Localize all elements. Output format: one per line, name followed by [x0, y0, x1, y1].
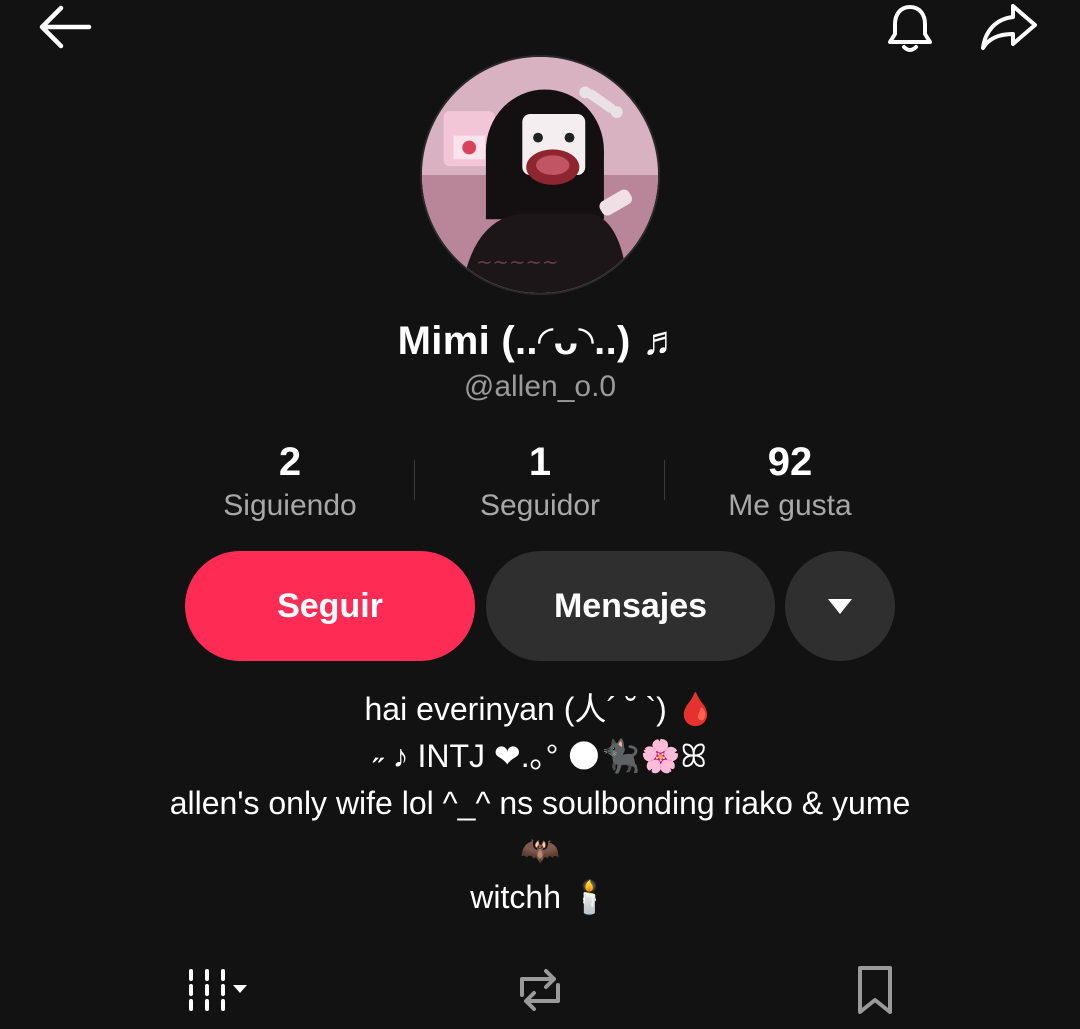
bell-icon [888, 5, 932, 52]
bio-line-1: hai everinyan (人´ ˘ `) 🩸 [364, 691, 716, 727]
tab-saved[interactable] [840, 955, 910, 1025]
stat-likes[interactable]: 92 Me gusta [665, 438, 915, 528]
stat-followers-label: Seguidor [479, 489, 601, 522]
more-options-button[interactable] [785, 551, 895, 661]
videos-grid-icon [189, 969, 247, 1011]
stat-following-value: 2 [278, 440, 302, 484]
stat-followers[interactable]: 1 Seguidor [415, 438, 665, 528]
tab-reposts[interactable] [505, 955, 575, 1025]
back-arrow-icon [39, 5, 92, 49]
bookmark-icon [858, 966, 892, 1014]
stat-likes-label: Me gusta [728, 489, 852, 522]
profile-stats: 2 Siguiendo 1 Seguidor 92 Me gusta [165, 438, 915, 528]
stat-likes-value: 92 [767, 440, 813, 484]
share-button[interactable] [976, 0, 1042, 54]
top-bar [0, 0, 1080, 60]
stat-following-label: Siguiendo [223, 489, 357, 522]
share-icon [981, 4, 1037, 50]
notifications-button[interactable] [880, 0, 940, 56]
content-tabs [0, 955, 1080, 1025]
tab-videos[interactable] [170, 955, 260, 1025]
avatar-image: ~~~~~ [422, 57, 658, 293]
username-handle: @allen_o.0 [463, 370, 617, 403]
follow-button[interactable]: Seguir [185, 551, 475, 661]
display-name: Mimi (..◜ᴗ◝..) ♬ [397, 319, 683, 363]
svg-text:~~~~~: ~~~~~ [476, 250, 558, 273]
bio-line-3: allen's only wife lol ^_^ ns soulbonding… [169, 785, 911, 821]
bio-line-5: witchh 🕯️ [470, 879, 610, 915]
profile-actions: Seguir Mensajes [0, 551, 1080, 661]
bio-line-4: 🦇 [520, 832, 560, 868]
profile-avatar[interactable]: ~~~~~ [420, 55, 660, 295]
message-button[interactable]: Mensajes [486, 551, 775, 661]
profile-bio: hai everinyan (人´ ˘ `) 🩸 ˶ ♪ INTJ ❤︎.｡° … [0, 686, 1080, 921]
stat-following[interactable]: 2 Siguiendo [165, 438, 415, 528]
bio-line-2: ˶ ♪ INTJ ❤︎.｡° 🌑🐈‍⬛🌸ꕤ [373, 738, 707, 774]
back-button[interactable] [34, 2, 96, 52]
caret-down-icon [828, 599, 852, 614]
repost-icon [520, 969, 560, 1011]
stat-followers-value: 1 [528, 440, 552, 484]
